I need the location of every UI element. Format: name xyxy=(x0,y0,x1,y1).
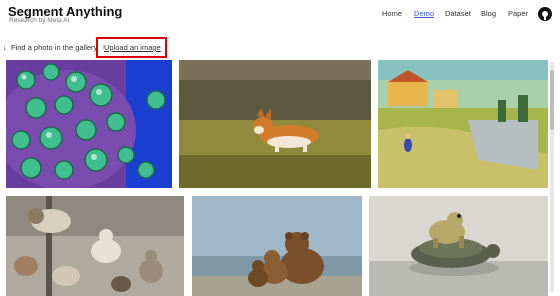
scrollbar-thumb[interactable] xyxy=(550,70,554,130)
site-subtitle: Research by Meta AI xyxy=(9,17,70,24)
github-icon[interactable] xyxy=(538,7,552,21)
arrow-down-icon: ↓ xyxy=(3,43,7,52)
site-header: Segment Anything Research by Meta AI Hom… xyxy=(0,0,560,30)
gallery-image-frog-turtle[interactable] xyxy=(369,196,548,296)
nav-blog[interactable]: Blog xyxy=(481,9,496,18)
upload-image-link[interactable]: Upload an image xyxy=(104,43,161,52)
nav-dataset[interactable]: Dataset xyxy=(445,9,471,18)
gallery-image-painting[interactable] xyxy=(378,60,548,188)
nav-demo[interactable]: Demo xyxy=(414,9,434,18)
gallery-image-virus[interactable] xyxy=(6,60,172,188)
gallery-prompt: Find a photo in the gallery, xyxy=(11,43,99,52)
gallery-image-corgi[interactable] xyxy=(179,60,371,188)
gallery-image-bears[interactable] xyxy=(192,196,362,296)
gallery-image-cats[interactable] xyxy=(6,196,184,296)
nav-paper[interactable]: Paper xyxy=(508,9,528,18)
nav-home[interactable]: Home xyxy=(382,9,402,18)
